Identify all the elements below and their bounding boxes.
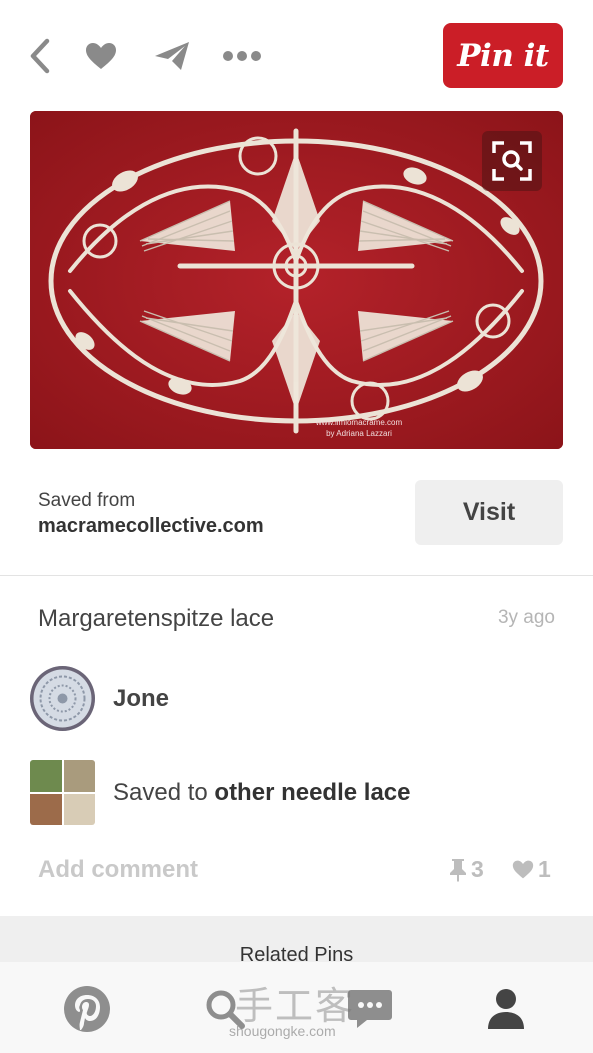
pin-it-button[interactable]: Pin it [443,23,563,88]
credit-author: by Adriana Lazzari [326,429,392,438]
repin-count[interactable]: 3 [449,856,484,883]
like-count-value: 1 [538,856,551,882]
add-comment-button[interactable]: Add comment [38,856,198,884]
watermark: 手工客 [235,984,356,1028]
chevron-left-icon[interactable] [20,36,60,76]
pin-title: Margaretenspitze lace [38,605,275,632]
profile-icon[interactable] [481,984,531,1034]
source-info: Saved from macramecollective.com [38,489,264,539]
saved-from-label: Saved from [38,490,136,511]
pinner-name[interactable]: Jone [113,685,169,713]
visual-search-icon[interactable] [482,131,542,191]
pushpin-icon [450,858,466,882]
watermark-url: shougongke.com [229,1023,336,1039]
ellipsis-icon[interactable] [222,36,262,76]
repin-count-value: 3 [471,856,484,882]
pinner-row[interactable]: Jone [30,666,169,731]
paper-plane-icon[interactable] [152,36,192,76]
pinterest-home-icon[interactable] [62,984,112,1034]
board-prefix: Saved to [113,778,208,806]
board-thumbnail[interactable] [30,760,95,825]
pin-age: 3y ago [497,607,555,628]
board-name[interactable]: other needle lace [214,779,410,806]
heart-icon [512,860,534,879]
top-bar: Pin it [0,0,593,110]
like-count[interactable]: 1 [512,856,551,883]
heart-icon[interactable] [81,36,121,76]
source-domain[interactable]: macramecollective.com [38,513,264,539]
visit-button[interactable]: Visit [415,480,563,545]
divider [0,575,593,576]
board-text[interactable]: Saved to other needle lace [113,779,410,807]
credit-url: www.ilmiomacrame.com [315,418,403,427]
avatar[interactable] [30,666,95,731]
board-row[interactable]: Saved to other needle lace [30,760,410,825]
image-credit: www.ilmiomacrame.com by Adriana Lazzari [304,417,414,439]
